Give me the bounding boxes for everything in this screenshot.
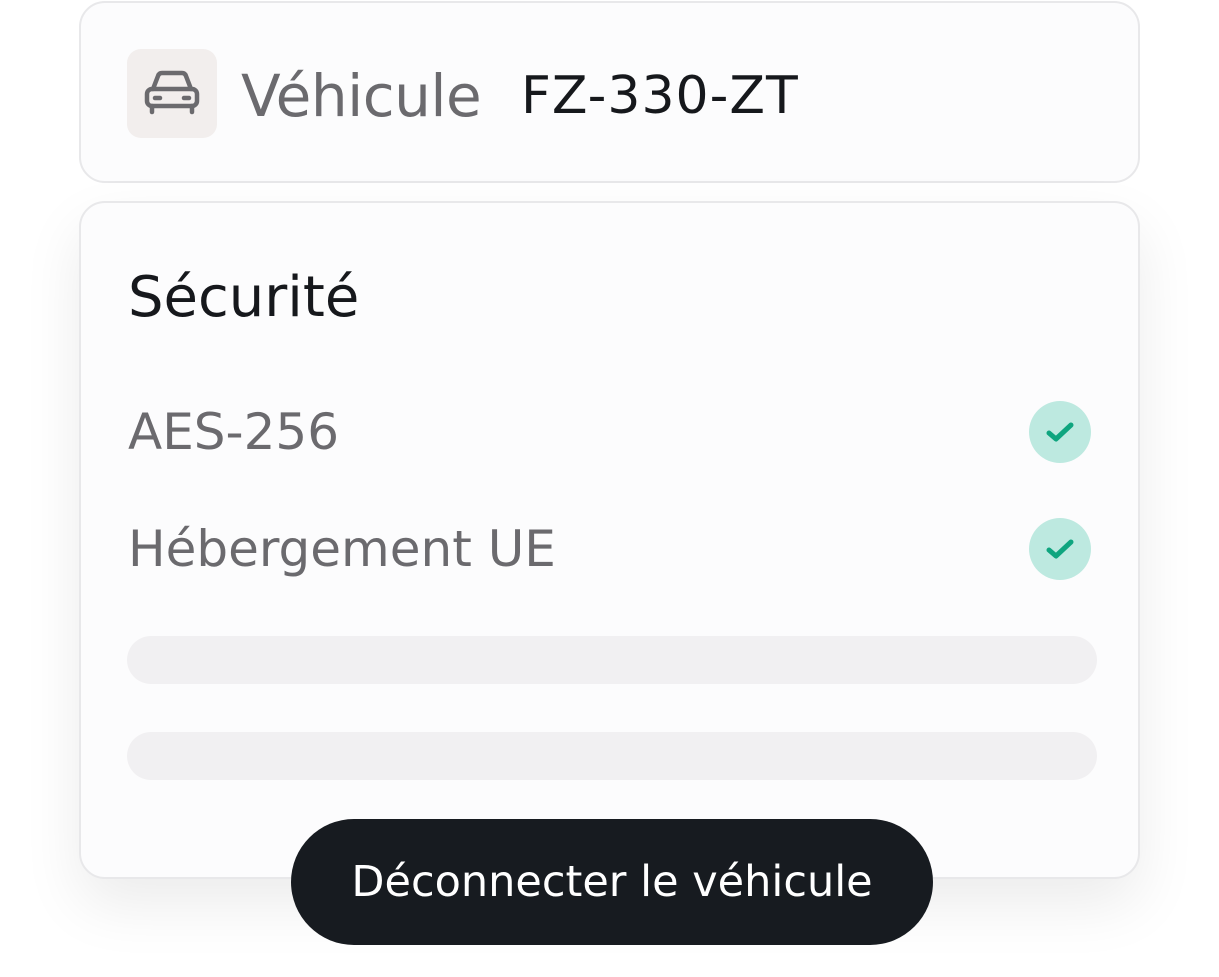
- skeleton-placeholder-row: [127, 636, 1097, 684]
- skeleton-placeholder-row: [127, 732, 1097, 780]
- page: Véhicule FZ-330-ZT Sécurité AES-256 Hébe…: [0, 0, 1219, 977]
- security-item-label: Hébergement UE: [128, 520, 556, 578]
- disconnect-vehicle-button[interactable]: Déconnecter le véhicule: [291, 819, 933, 945]
- vehicle-plate: FZ-330-ZT: [521, 66, 799, 126]
- vehicle-card: Véhicule FZ-330-ZT: [79, 1, 1140, 183]
- car-icon: [143, 69, 201, 119]
- security-card: Sécurité AES-256 Hébergement UE: [79, 201, 1140, 879]
- vehicle-icon-box: [127, 49, 217, 138]
- security-item-label: AES-256: [128, 403, 340, 461]
- security-item-hebergement-ue: Hébergement UE: [128, 517, 1091, 581]
- check-icon: [1029, 401, 1091, 463]
- check-icon: [1029, 518, 1091, 580]
- vehicle-label: Véhicule: [241, 62, 482, 130]
- security-item-aes256: AES-256: [128, 400, 1091, 464]
- security-title: Sécurité: [128, 265, 360, 330]
